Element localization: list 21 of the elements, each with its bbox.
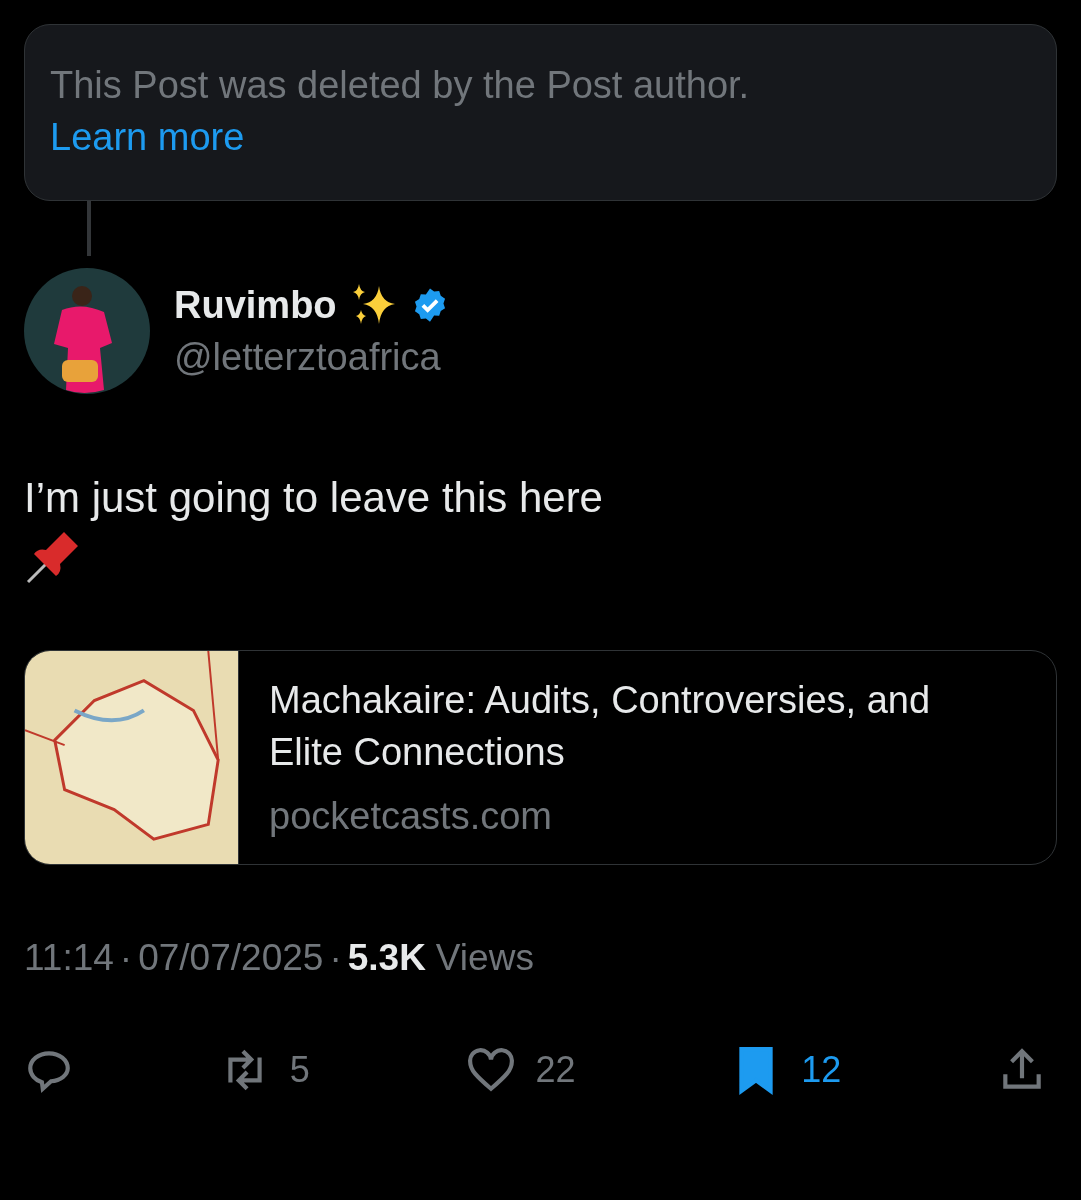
separator-dot: · [329,936,342,980]
views-count: 5.3K [347,936,426,980]
repost-button[interactable]: 5 [219,1043,330,1097]
deleted-notice-text: This Post was deleted by the Post author. Learn more [50,63,751,160]
like-button[interactable]: 22 [465,1043,596,1097]
post-date: 07/07/2025 [138,936,324,980]
bookmark-button[interactable]: 12 [731,1043,862,1097]
avatar[interactable] [24,268,150,394]
like-count: 22 [535,1048,576,1092]
author-name[interactable]: Ruvimbo [174,279,337,331]
post-time: 11:14 [24,936,114,980]
learn-more-link[interactable]: Learn more [50,116,245,158]
link-card[interactable]: Machakaire: Audits, Controversies, and Elite Connections pocketcasts.com [24,650,1057,865]
link-card-title: Machakaire: Audits, Controversies, and Elite Connections [269,677,932,775]
separator-dot: · [119,936,133,980]
post-text: I’m just going to leave this here [24,473,604,523]
bookmark-count: 12 [801,1048,842,1092]
views-label: Views [435,936,534,980]
author-handle[interactable]: @letterztoafrica [174,331,449,383]
link-card-domain: pocketcasts.com [269,793,553,839]
repost-count: 5 [289,1048,310,1092]
